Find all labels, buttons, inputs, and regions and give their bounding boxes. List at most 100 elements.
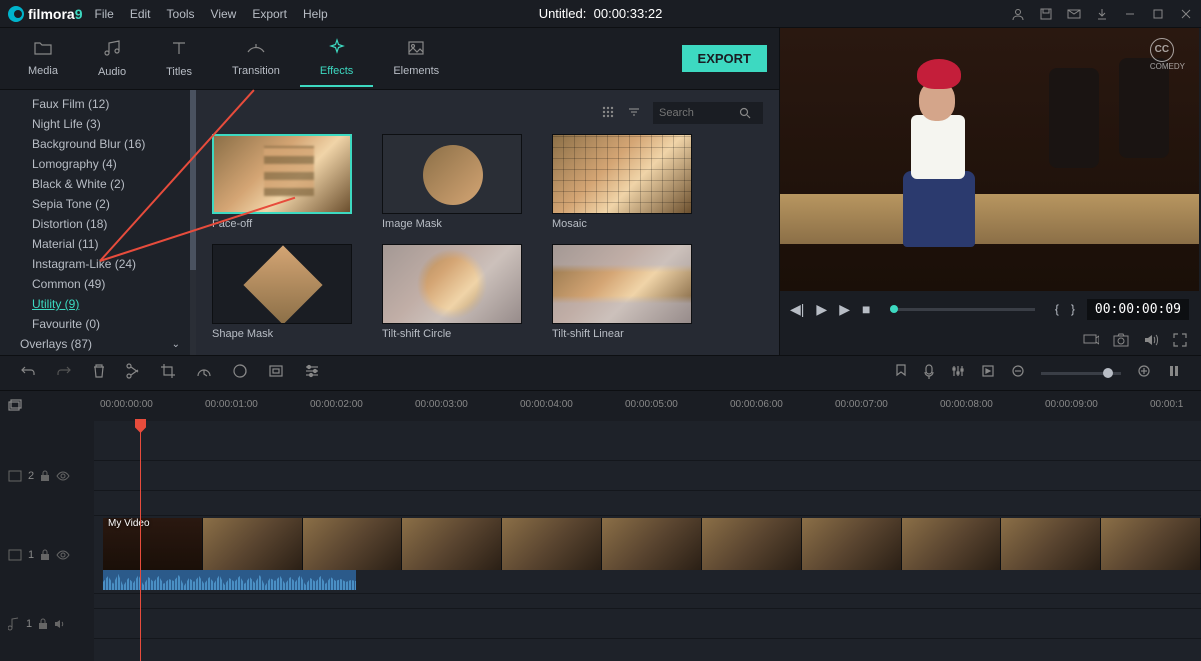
- zoom-in-icon[interactable]: [1137, 364, 1151, 382]
- eye-icon[interactable]: [56, 471, 70, 481]
- download-icon[interactable]: [1095, 7, 1109, 21]
- color-icon[interactable]: [232, 363, 248, 383]
- lock-icon[interactable]: [40, 470, 50, 482]
- zoom-slider[interactable]: [1041, 372, 1121, 375]
- sidebar-item[interactable]: Instagram-Like (24): [0, 254, 190, 274]
- sidebar-item[interactable]: Night Life (3): [0, 114, 190, 134]
- sidebar-item[interactable]: Frame (26): [0, 354, 190, 355]
- volume-icon[interactable]: [54, 619, 66, 629]
- sort-icon[interactable]: [627, 105, 643, 121]
- effect-thumb-tiltlinear[interactable]: [552, 244, 692, 324]
- effect-item[interactable]: Tilt-shift Circle: [382, 244, 522, 340]
- stop-button[interactable]: ■: [862, 301, 870, 317]
- account-icon[interactable]: [1011, 7, 1025, 21]
- eye-icon[interactable]: [56, 550, 70, 560]
- effect-thumb-shapemask[interactable]: [212, 244, 352, 324]
- quality-icon[interactable]: [1083, 333, 1099, 350]
- redo-icon[interactable]: [56, 364, 72, 382]
- speed-icon[interactable]: [196, 364, 212, 382]
- minimize-icon[interactable]: [1123, 7, 1137, 21]
- menu-help[interactable]: Help: [303, 7, 328, 21]
- tab-audio[interactable]: Audio: [78, 31, 146, 86]
- grid-view-icon[interactable]: [601, 105, 617, 121]
- effect-item[interactable]: Tilt-shift Linear: [552, 244, 692, 340]
- tab-media[interactable]: Media: [8, 32, 78, 85]
- zoom-out-icon[interactable]: [1011, 364, 1025, 382]
- track-label-fx2[interactable]: 2: [0, 461, 94, 491]
- music-icon: [103, 39, 121, 62]
- track-content[interactable]: My Video: [94, 421, 1201, 661]
- sidebar-item[interactable]: Background Blur (16): [0, 134, 190, 154]
- fullscreen-icon[interactable]: [1173, 333, 1187, 350]
- sidebar-item[interactable]: Common (49): [0, 274, 190, 294]
- adjust-icon[interactable]: [304, 364, 320, 382]
- effect-item[interactable]: Shape Mask: [212, 244, 352, 340]
- menu-view[interactable]: View: [211, 7, 237, 21]
- sparkle-icon: [328, 38, 346, 61]
- play-button[interactable]: ▶: [816, 301, 827, 318]
- manage-tracks-icon[interactable]: [0, 391, 30, 421]
- video-track[interactable]: My Video: [94, 516, 1201, 594]
- playhead[interactable]: [140, 421, 141, 661]
- greenscreen-icon[interactable]: [268, 364, 284, 382]
- document-title: Untitled: 00:00:33:22: [539, 6, 663, 21]
- sidebar-item[interactable]: Distortion (18): [0, 214, 190, 234]
- sidebar-item[interactable]: Material (11): [0, 234, 190, 254]
- lock-icon[interactable]: [38, 618, 48, 630]
- effect-thumb-mosaic[interactable]: [552, 134, 692, 214]
- mixer-icon[interactable]: [951, 364, 965, 382]
- save-icon[interactable]: [1039, 7, 1053, 21]
- sidebar-group-overlays[interactable]: Overlays (87) ⌄: [0, 334, 190, 354]
- marker-icon[interactable]: [895, 363, 907, 383]
- track-label-audio1[interactable]: 1: [0, 609, 94, 639]
- close-icon[interactable]: [1179, 7, 1193, 21]
- menu-tools[interactable]: Tools: [167, 7, 195, 21]
- prev-frame-button[interactable]: ◀|: [790, 301, 804, 318]
- crop-icon[interactable]: [160, 363, 176, 383]
- menu-export[interactable]: Export: [252, 7, 287, 21]
- sidebar-item[interactable]: Faux Film (12): [0, 94, 190, 114]
- render-icon[interactable]: [981, 364, 995, 382]
- menu-edit[interactable]: Edit: [130, 7, 151, 21]
- main-menu: File Edit Tools View Export Help: [94, 7, 327, 21]
- mark-in-icon[interactable]: {: [1055, 302, 1059, 316]
- sidebar-item[interactable]: Favourite (0): [0, 314, 190, 334]
- mark-out-icon[interactable]: }: [1071, 302, 1075, 316]
- track-label-fx1[interactable]: 1: [0, 516, 94, 594]
- volume-icon[interactable]: [1143, 333, 1159, 350]
- search-box[interactable]: [653, 102, 763, 124]
- search-input[interactable]: [659, 107, 739, 119]
- app-name: filmora: [28, 6, 75, 22]
- lock-icon[interactable]: [40, 549, 50, 561]
- effect-label: Tilt-shift Circle: [382, 328, 522, 340]
- effect-thumb-imagemask[interactable]: [382, 134, 522, 214]
- maximize-icon[interactable]: [1151, 7, 1165, 21]
- preview-video[interactable]: CC COMEDY: [780, 28, 1199, 291]
- effect-item[interactable]: Mosaic: [552, 134, 692, 230]
- delete-icon[interactable]: [92, 363, 106, 383]
- split-icon[interactable]: [126, 363, 140, 383]
- sidebar-item[interactable]: Lomography (4): [0, 154, 190, 174]
- undo-icon[interactable]: [20, 364, 36, 382]
- effect-thumb-tiltcircle[interactable]: [382, 244, 522, 324]
- tab-effects[interactable]: Effects: [300, 30, 373, 87]
- tab-elements[interactable]: Elements: [373, 32, 459, 85]
- effect-item[interactable]: Image Mask: [382, 134, 522, 230]
- time-ruler[interactable]: 00:00:00:00 00:00:01:00 00:00:02:00 00:0…: [0, 391, 1201, 421]
- snapshot-icon[interactable]: [1113, 333, 1129, 350]
- export-button[interactable]: EXPORT: [682, 45, 767, 72]
- tab-transition[interactable]: Transition: [212, 32, 300, 85]
- ruler-marks[interactable]: 00:00:00:00 00:00:01:00 00:00:02:00 00:0…: [90, 391, 1201, 421]
- menu-file[interactable]: File: [94, 7, 113, 21]
- app-version: 9: [75, 6, 83, 22]
- sidebar-item-utility[interactable]: Utility (9): [0, 294, 190, 314]
- effects-sidebar[interactable]: Faux Film (12) Night Life (3) Background…: [0, 90, 190, 355]
- message-icon[interactable]: [1067, 7, 1081, 21]
- zoom-fit-icon[interactable]: [1167, 364, 1181, 382]
- tab-titles[interactable]: Titles: [146, 31, 212, 86]
- preview-scrubber[interactable]: [890, 308, 1034, 311]
- sidebar-item[interactable]: Sepia Tone (2): [0, 194, 190, 214]
- play-forward-button[interactable]: ▶: [839, 301, 850, 318]
- record-icon[interactable]: [923, 363, 935, 383]
- video-clip[interactable]: [103, 518, 1201, 570]
